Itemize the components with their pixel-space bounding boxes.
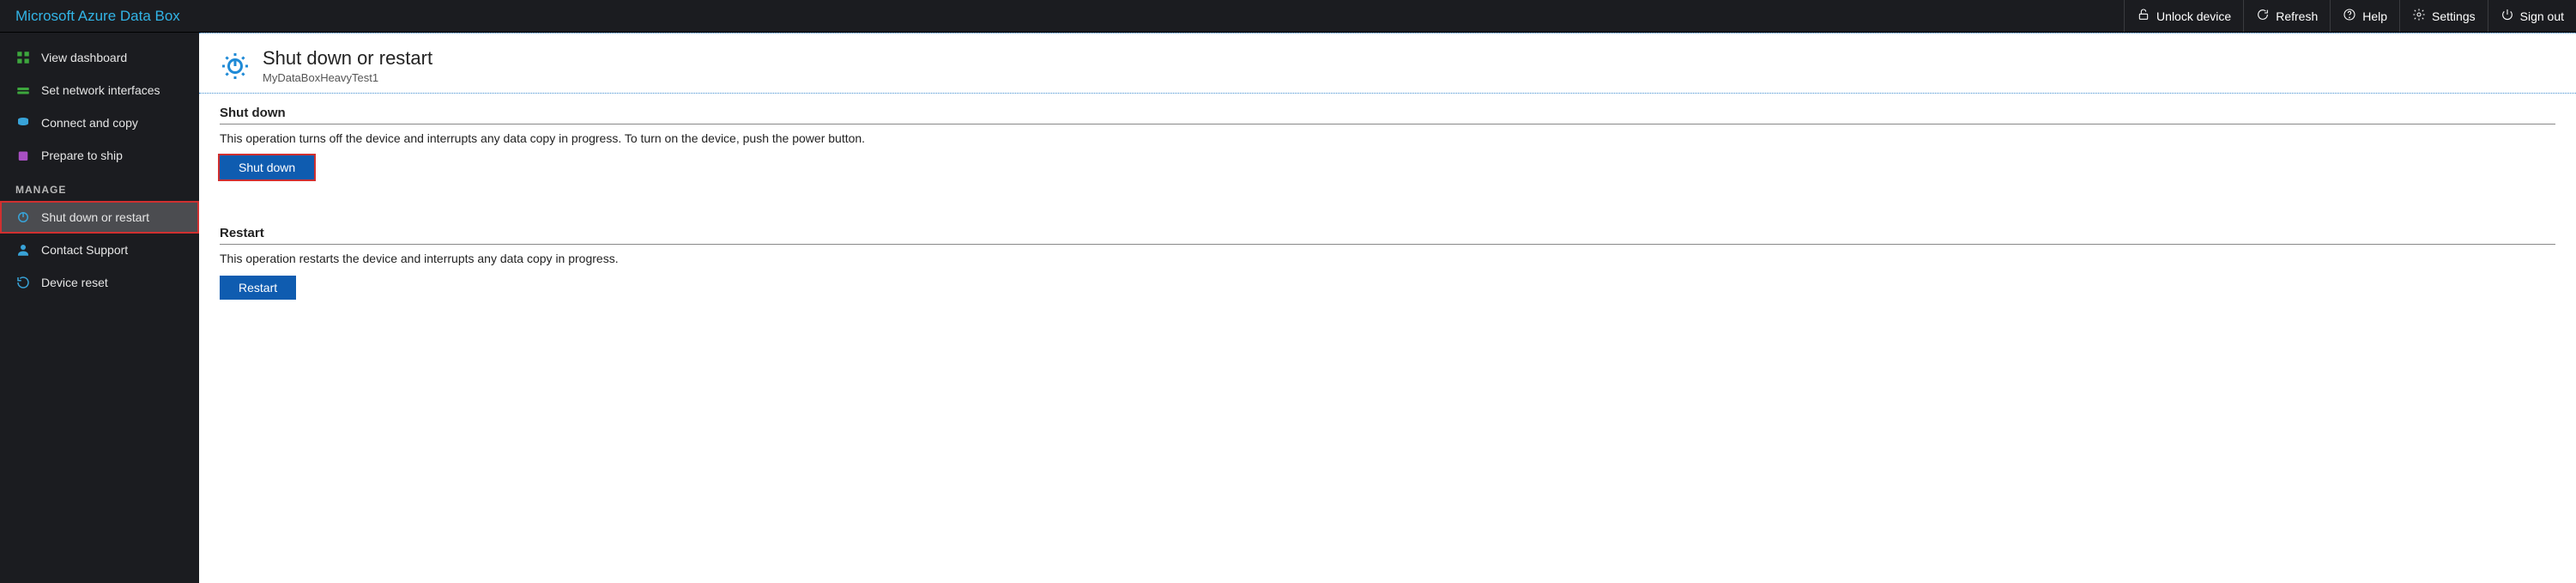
sidebar-item-label: View dashboard	[41, 51, 127, 64]
help-label: Help	[2362, 9, 2387, 23]
restart-heading: Restart	[220, 226, 2555, 245]
sidebar-item-label: Set network interfaces	[41, 83, 160, 97]
sidebar-item-view-dashboard[interactable]: View dashboard	[0, 41, 199, 74]
main-content: Shut down or restart MyDataBoxHeavyTest1…	[199, 33, 2576, 583]
restart-description: This operation restarts the device and i…	[220, 252, 2555, 265]
sidebar-item-contact-support[interactable]: Contact Support	[0, 234, 199, 266]
sign-out-button[interactable]: Sign out	[2488, 0, 2576, 32]
refresh-label: Refresh	[2276, 9, 2318, 23]
sidebar-item-connect-and-copy[interactable]: Connect and copy	[0, 106, 199, 139]
settings-label: Settings	[2432, 9, 2476, 23]
help-button[interactable]: Help	[2330, 0, 2399, 32]
restart-section: Restart This operation restarts the devi…	[199, 214, 2576, 308]
refresh-button[interactable]: Refresh	[2243, 0, 2330, 32]
sidebar-item-device-reset[interactable]: Device reset	[0, 266, 199, 299]
unlock-label: Unlock device	[2156, 9, 2231, 23]
page-header: Shut down or restart MyDataBoxHeavyTest1	[199, 33, 2576, 94]
sidebar-item-shut-down-or-restart[interactable]: Shut down or restart	[0, 201, 199, 234]
ship-icon	[15, 148, 31, 163]
top-actions: Unlock device Refresh Help Settings Sign	[2124, 0, 2576, 32]
sidebar-item-label: Connect and copy	[41, 116, 138, 130]
support-icon	[15, 242, 31, 258]
shutdown-section: Shut down This operation turns off the d…	[199, 94, 2576, 188]
sidebar-item-prepare-to-ship[interactable]: Prepare to ship	[0, 139, 199, 172]
topbar: Microsoft Azure Data Box Unlock device R…	[0, 0, 2576, 33]
reset-icon	[15, 275, 31, 290]
sign-out-label: Sign out	[2520, 9, 2564, 23]
dashboard-icon	[15, 50, 31, 65]
page-title: Shut down or restart	[263, 47, 432, 70]
unlock-device-button[interactable]: Unlock device	[2124, 0, 2243, 32]
gear-icon	[2412, 8, 2426, 24]
brand-title: Microsoft Azure Data Box	[15, 8, 180, 25]
shut-down-button[interactable]: Shut down	[220, 155, 314, 179]
sidebar-item-label: Prepare to ship	[41, 149, 123, 162]
connect-icon	[15, 115, 31, 131]
settings-button[interactable]: Settings	[2399, 0, 2488, 32]
restart-button[interactable]: Restart	[220, 276, 296, 300]
sidebar-item-label: Contact Support	[41, 243, 128, 257]
power-icon	[2500, 8, 2514, 24]
power-gear-large-icon	[220, 51, 251, 82]
content-area: View dashboard Set network interfaces Co…	[0, 33, 2576, 583]
sidebar-item-label: Shut down or restart	[41, 210, 149, 224]
shutdown-description: This operation turns off the device and …	[220, 131, 2555, 145]
sidebar-section-manage: MANAGE	[0, 172, 199, 201]
power-gear-icon	[15, 210, 31, 225]
shutdown-heading: Shut down	[220, 106, 2555, 124]
refresh-icon	[2256, 8, 2270, 24]
sidebar: View dashboard Set network interfaces Co…	[0, 33, 199, 583]
page-subtitle: MyDataBoxHeavyTest1	[263, 71, 432, 84]
help-icon	[2343, 8, 2356, 24]
sidebar-item-label: Device reset	[41, 276, 108, 289]
unlock-icon	[2137, 8, 2150, 24]
network-icon	[15, 82, 31, 98]
page-title-block: Shut down or restart MyDataBoxHeavyTest1	[263, 47, 432, 84]
sidebar-item-set-network-interfaces[interactable]: Set network interfaces	[0, 74, 199, 106]
